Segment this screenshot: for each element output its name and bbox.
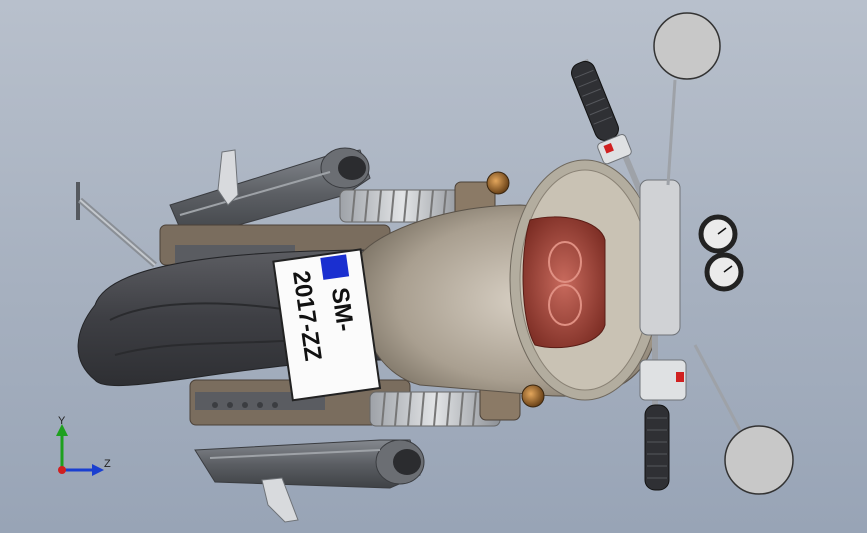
gauge-lower xyxy=(704,252,744,292)
axis-triad: Y Z xyxy=(56,415,111,476)
indicator-rear-upper xyxy=(486,171,510,195)
grip-lower xyxy=(639,359,687,491)
indicator-rear-lower xyxy=(521,384,545,408)
cad-viewport[interactable]: SM- 2017-ZZ Y Z xyxy=(0,0,867,533)
gauge-upper xyxy=(698,214,738,254)
tail-light xyxy=(522,216,606,349)
plate-flag xyxy=(320,254,350,280)
exhaust-lower xyxy=(194,439,425,489)
kickstand xyxy=(76,182,157,268)
triad-y-label: Y xyxy=(58,415,66,427)
triad-origin xyxy=(58,466,66,474)
grip-upper xyxy=(571,60,632,165)
triad-z-label: Z xyxy=(104,458,111,470)
mirror-upper xyxy=(653,12,721,186)
motorcycle-model[interactable]: SM- 2017-ZZ Y Z xyxy=(0,0,867,533)
license-plate: SM- 2017-ZZ xyxy=(272,248,382,402)
mirror-lower xyxy=(693,344,794,495)
